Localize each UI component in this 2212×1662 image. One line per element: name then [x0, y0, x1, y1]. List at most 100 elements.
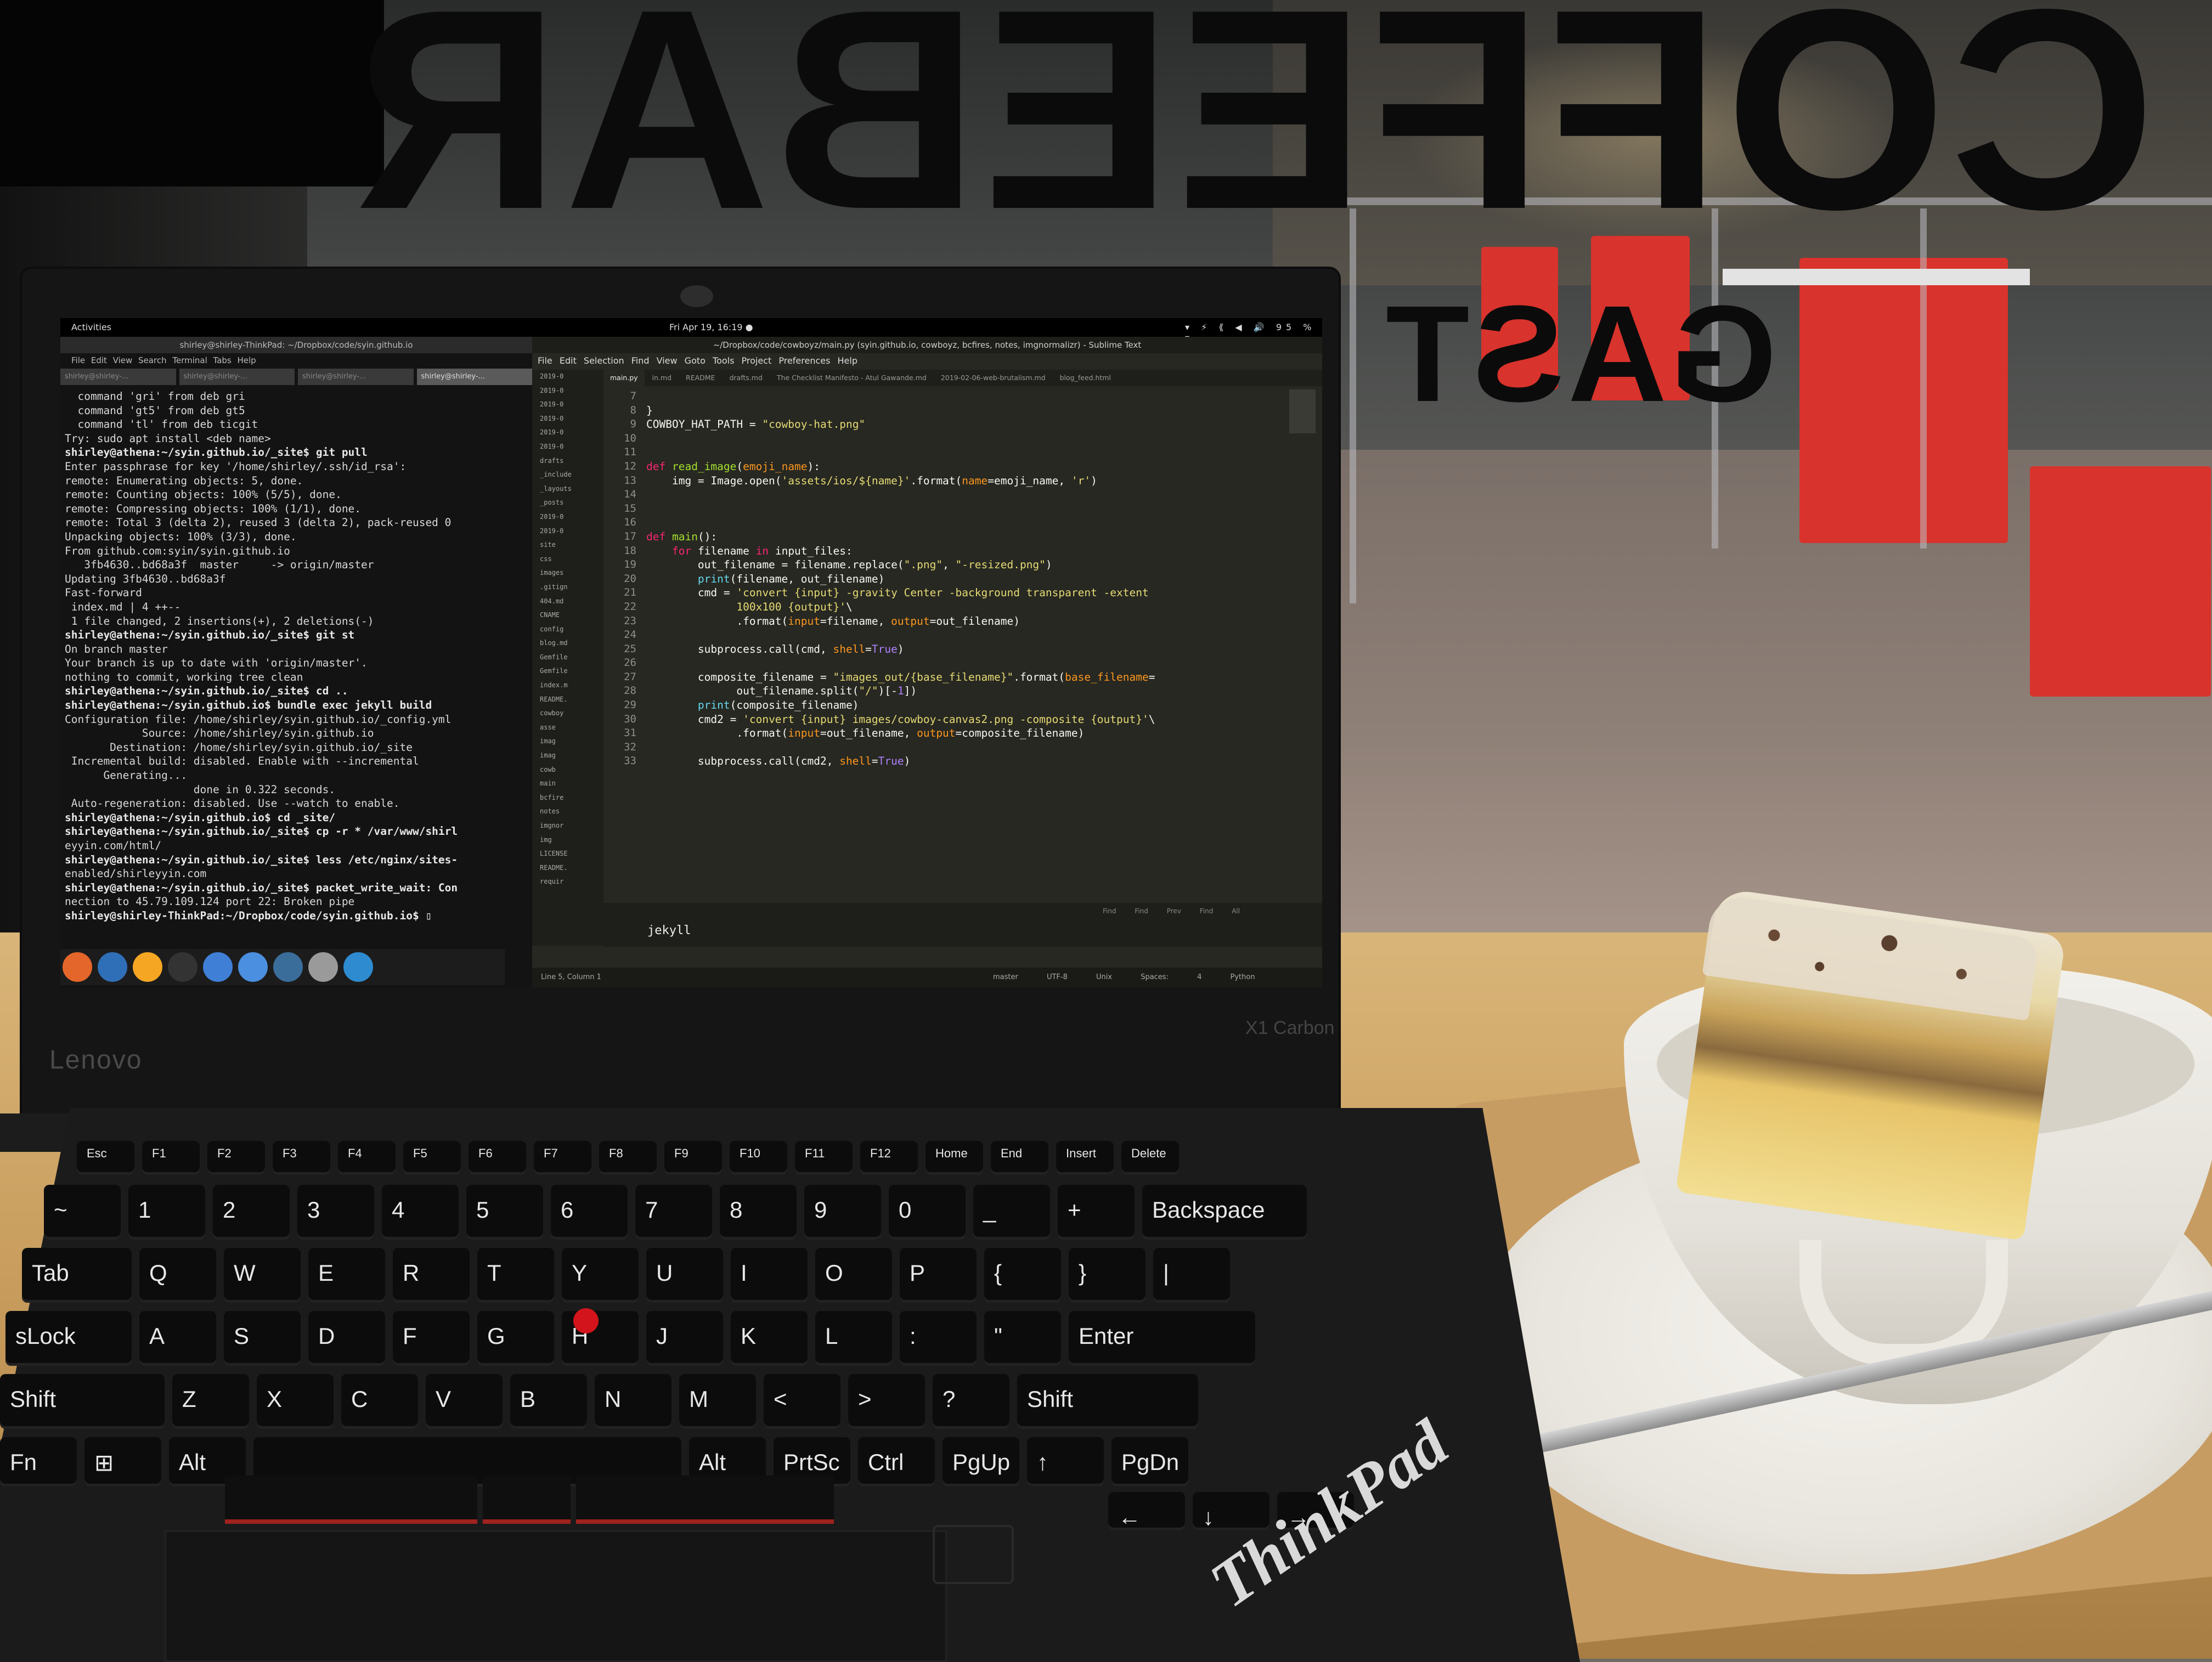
inkscape-icon[interactable] — [308, 952, 338, 982]
key[interactable]: } — [1069, 1248, 1146, 1303]
key[interactable]: + — [1058, 1185, 1135, 1240]
editor-tab[interactable]: blog_feed.html — [1053, 370, 1118, 386]
sidebar-file-item[interactable]: _layouts — [532, 482, 603, 496]
sublime-titlebar[interactable]: ~/Dropbox/code/cowboyz/main.py (syin.git… — [532, 337, 1322, 353]
key[interactable]: 1 — [128, 1185, 205, 1240]
sidebar-file-item[interactable]: Gemfile — [532, 664, 603, 679]
sidebar-file-item[interactable]: _include — [532, 468, 603, 482]
sidebar-file-item[interactable]: config — [532, 623, 603, 637]
sidebar-file-item[interactable]: asse — [532, 721, 603, 735]
terminal-tab[interactable]: shirley@shirley-... — [298, 369, 414, 385]
sidebar-file-item[interactable]: img — [532, 833, 603, 847]
key[interactable]: F6 — [469, 1141, 526, 1175]
terminal-window[interactable]: shirley@shirley-ThinkPad: ~/Dropbox/code… — [60, 337, 532, 987]
key[interactable]: PgUp — [943, 1437, 1019, 1486]
key[interactable]: Q — [139, 1248, 216, 1303]
sidebar-file-item[interactable]: notes — [532, 805, 603, 819]
key[interactable]: | — [1153, 1248, 1230, 1303]
sidebar-file-item[interactable]: CNAME — [532, 608, 603, 623]
key[interactable]: 4 — [382, 1185, 459, 1240]
find-input[interactable]: jekyll — [647, 924, 691, 937]
dropbox-icon[interactable] — [98, 952, 127, 982]
key[interactable]: ⊞ — [84, 1437, 161, 1486]
sidebar-file-item[interactable]: blog.md — [532, 636, 603, 651]
trackpoint-middle-button[interactable] — [483, 1476, 571, 1524]
search-icon[interactable] — [203, 952, 233, 982]
sidebar-file-item[interactable]: imag — [532, 749, 603, 763]
trackpoint-left-button[interactable] — [225, 1476, 477, 1524]
key[interactable]: Ctrl — [858, 1437, 935, 1486]
key[interactable]: J — [646, 1311, 723, 1366]
key[interactable]: Shift — [1017, 1374, 1198, 1429]
sidebar-file-item[interactable]: README. — [532, 693, 603, 707]
sublime-text-icon[interactable] — [133, 952, 162, 982]
sidebar-file-item[interactable]: .gitign — [532, 580, 603, 595]
sidebar-file-item[interactable]: cowb — [532, 763, 603, 777]
key[interactable]: 6 — [551, 1185, 628, 1240]
chrome-icon[interactable] — [238, 952, 268, 982]
key[interactable]: U — [646, 1248, 723, 1303]
terminal-titlebar[interactable]: shirley@shirley-ThinkPad: ~/Dropbox/code… — [60, 337, 532, 353]
key[interactable]: > — [848, 1374, 925, 1429]
key[interactable]: X — [257, 1374, 334, 1429]
key[interactable]: " — [984, 1311, 1061, 1366]
key[interactable]: 8 — [720, 1185, 797, 1240]
terminal-tab[interactable]: shirley@shirley-... — [179, 369, 295, 385]
key[interactable]: Insert — [1056, 1141, 1114, 1175]
editor-tab[interactable]: The Checklist Manifesto - Atul Gawande.m… — [770, 370, 933, 386]
sidebar-file-item[interactable]: imgnor — [532, 819, 603, 833]
key[interactable]: K — [731, 1311, 808, 1366]
key[interactable]: PgDn — [1111, 1437, 1188, 1486]
sidebar-file-item[interactable]: requir — [532, 875, 603, 889]
key[interactable]: R — [393, 1248, 470, 1303]
key[interactable]: Shift — [0, 1374, 165, 1429]
key[interactable]: P — [900, 1248, 977, 1303]
key[interactable]: F5 — [403, 1141, 461, 1175]
fingerprint-reader-icon[interactable] — [933, 1525, 1014, 1584]
key[interactable]: M — [679, 1374, 756, 1429]
sidebar-file-item[interactable]: 2019-0 — [532, 524, 603, 539]
key[interactable]: Tab — [22, 1248, 132, 1303]
key[interactable]: W — [224, 1248, 301, 1303]
terminal-menubar[interactable]: File Edit View Search Terminal Tabs Help — [71, 355, 256, 365]
key[interactable]: Enter — [1069, 1311, 1255, 1366]
key[interactable]: B — [510, 1374, 587, 1429]
gimp-icon[interactable] — [273, 952, 303, 982]
key[interactable]: 3 — [297, 1185, 374, 1240]
sidebar-file-item[interactable]: imag — [532, 734, 603, 749]
editor-tab[interactable]: 2019-02-06-web-brutalism.md — [934, 370, 1052, 386]
trackpoint[interactable] — [573, 1308, 599, 1333]
key[interactable]: < — [764, 1374, 840, 1429]
key[interactable]: 2 — [213, 1185, 290, 1240]
editor-tab[interactable]: drafts.md — [723, 370, 769, 386]
editor-tab-active[interactable]: main.py — [603, 370, 645, 386]
sidebar-file-item[interactable]: cowboy — [532, 706, 603, 721]
terminal-tab[interactable]: shirley@shirley-... — [60, 369, 176, 385]
key[interactable]: Esc — [77, 1141, 134, 1175]
key[interactable]: L — [815, 1311, 892, 1366]
key[interactable]: Y — [562, 1248, 639, 1303]
key[interactable]: : — [900, 1311, 977, 1366]
key[interactable]: F4 — [338, 1141, 396, 1175]
key[interactable]: N — [595, 1374, 672, 1429]
sidebar-file-item[interactable]: site — [532, 538, 603, 552]
sidebar-file-item[interactable]: LICENSE — [532, 847, 603, 861]
key[interactable]: Backspace — [1142, 1185, 1307, 1240]
key[interactable]: { — [984, 1248, 1061, 1303]
minimap[interactable] — [1289, 389, 1316, 433]
arrow-key[interactable]: ← — [1108, 1492, 1185, 1530]
terminal-icon[interactable] — [168, 952, 198, 982]
touchpad[interactable] — [165, 1530, 947, 1662]
key[interactable]: ? — [933, 1374, 1009, 1429]
find-buttons[interactable]: Find Find Prev Find All — [1103, 907, 1240, 915]
key[interactable]: F — [393, 1311, 470, 1366]
key[interactable]: A — [139, 1311, 216, 1366]
editor-tab[interactable]: README — [679, 370, 721, 386]
key[interactable]: E — [308, 1248, 385, 1303]
key[interactable]: F9 — [664, 1141, 722, 1175]
key[interactable]: End — [991, 1141, 1048, 1175]
sidebar-file-item[interactable]: Gemfile — [532, 651, 603, 665]
key[interactable]: F1 — [142, 1141, 200, 1175]
firefox-icon[interactable] — [63, 952, 92, 982]
sidebar-file-item[interactable]: _posts — [532, 496, 603, 510]
